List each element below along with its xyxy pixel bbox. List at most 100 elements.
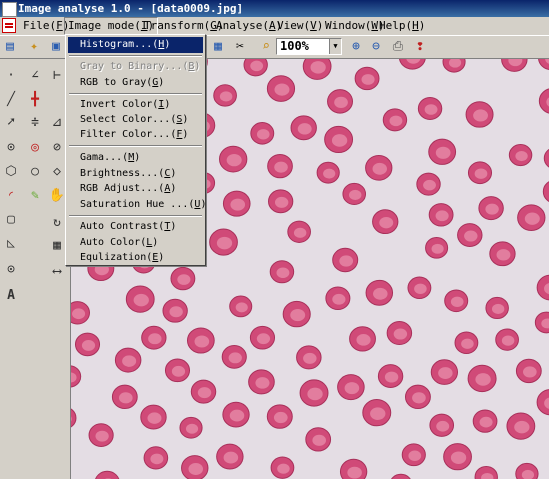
- blood-cell: [222, 401, 250, 428]
- blood-cell: [508, 143, 533, 167]
- zoom-out-icon[interactable]: ⊖: [368, 39, 384, 55]
- blood-cell: [467, 364, 497, 393]
- rectangle-tool-icon[interactable]: ▢: [2, 211, 20, 229]
- menu-item-rgb-to-gray[interactable]: RGB to Gray(G): [68, 75, 203, 91]
- blood-cell: [457, 223, 483, 248]
- menu-item-histogram[interactable]: Histogram...(H): [68, 37, 203, 53]
- menu-item-brightness[interactable]: Brightness...(C): [68, 166, 203, 182]
- blood-cell: [342, 182, 367, 206]
- blood-cell: [489, 241, 516, 267]
- menu-item-gama[interactable]: Gama...(M): [68, 150, 203, 166]
- blood-cell: [248, 369, 275, 395]
- blood-cell: [74, 332, 101, 357]
- save-icon[interactable]: ▣: [48, 39, 64, 55]
- angle-measure-icon[interactable]: ⊿: [48, 114, 66, 132]
- blood-cell: [249, 325, 276, 350]
- menu-separator: [69, 145, 202, 147]
- blood-cell: [213, 84, 237, 107]
- pencil-tool-icon[interactable]: ✎: [26, 187, 44, 205]
- rotate-tool-icon[interactable]: ↻: [48, 214, 66, 232]
- blood-cell: [417, 96, 443, 120]
- angle-tool-icon[interactable]: ∠: [26, 67, 44, 85]
- blood-cell: [428, 138, 457, 165]
- print-icon[interactable]: ⎙: [390, 39, 406, 55]
- blood-cell: [454, 331, 479, 354]
- marker-tool-icon[interactable]: ╋: [26, 91, 44, 109]
- menu-item-select-color[interactable]: Select Color...(S): [68, 112, 203, 128]
- grid-tool-icon[interactable]: ▦: [48, 237, 66, 255]
- curve-tool-icon[interactable]: ◜: [2, 187, 20, 205]
- hexagon-tool-icon[interactable]: ⬡: [2, 163, 20, 181]
- blood-cell: [229, 295, 253, 318]
- triangle-tool-icon[interactable]: ◺: [2, 235, 20, 253]
- chevron-down-icon[interactable]: ▼: [329, 39, 341, 54]
- blood-cell: [365, 279, 394, 306]
- blood-cell: [71, 408, 77, 428]
- menu-item-rgb-adjust[interactable]: RGB Adjust...(A): [68, 181, 203, 197]
- circle-fit-icon[interactable]: ○: [26, 163, 44, 181]
- scale-tool-icon[interactable]: ⟷: [48, 263, 66, 281]
- blood-cell: [428, 203, 454, 227]
- polygon-measure-icon[interactable]: ◇: [48, 163, 66, 181]
- zoom-in-icon[interactable]: ⊕: [348, 39, 364, 55]
- blood-cell: [270, 456, 295, 479]
- blood-cell: [71, 365, 82, 388]
- blood-cell: [478, 196, 504, 221]
- menu-help[interactable]: Help(H): [376, 18, 428, 34]
- blood-cell: [299, 379, 329, 407]
- menu-item-equlization[interactable]: Equlization(E): [68, 250, 203, 266]
- blood-cell: [536, 274, 549, 301]
- blood-cell: [111, 384, 138, 410]
- scissors-icon[interactable]: ✂: [232, 39, 248, 55]
- blood-cell: [164, 358, 191, 383]
- zoom-icon[interactable]: ⌕: [258, 39, 274, 55]
- window-title: Image analyse 1.0 - [data0009.jpg]: [18, 2, 244, 15]
- level-tool-icon[interactable]: ≑: [26, 114, 44, 132]
- blood-cell: [377, 364, 404, 389]
- blood-cell: [219, 145, 248, 173]
- new-icon[interactable]: ▤: [2, 39, 18, 55]
- line-tool-icon[interactable]: ╱: [2, 91, 20, 109]
- blood-cell: [186, 327, 215, 354]
- image-mode-dropdown: Histogram...(H) Gray to Binary...(B) RGB…: [65, 34, 206, 266]
- document-icon[interactable]: [2, 18, 16, 33]
- blood-cell: [534, 311, 549, 334]
- blood-cell: [416, 172, 441, 196]
- measure-tool-icon[interactable]: ⊢: [48, 67, 66, 85]
- blood-cell: [386, 321, 413, 346]
- menu-item-saturation-hue[interactable]: Saturation Hue ...(U): [68, 197, 206, 213]
- blood-cell: [216, 443, 244, 470]
- menu-item-auto-color[interactable]: Auto Color(L): [68, 235, 203, 251]
- blood-cell: [337, 374, 365, 401]
- blood-cell: [485, 296, 509, 320]
- zoom-value: 100%: [280, 39, 309, 53]
- zoom-select[interactable]: 100% ▼: [276, 38, 342, 55]
- ellipse-measure-icon[interactable]: ⊘: [48, 139, 66, 157]
- blood-cell: [365, 154, 393, 181]
- menu-view[interactable]: View(V): [274, 18, 326, 34]
- blood-cell: [501, 59, 528, 72]
- blood-cell: [407, 276, 432, 300]
- arrow-tool-icon[interactable]: ➚: [2, 114, 20, 132]
- blood-cell: [302, 59, 332, 80]
- blood-cell: [125, 285, 155, 313]
- blood-cell: [267, 154, 293, 179]
- open-icon[interactable]: ✦: [26, 39, 42, 55]
- hand-tool-icon[interactable]: ✋: [48, 187, 66, 205]
- blood-cell: [316, 161, 340, 184]
- blood-cell: [170, 266, 196, 291]
- ellipse-tool-icon[interactable]: ⊙: [2, 261, 20, 279]
- blood-cell: [517, 204, 546, 232]
- point-tool-icon[interactable]: ·: [2, 67, 20, 85]
- circle-center-icon[interactable]: ◎: [26, 139, 44, 157]
- menu-item-auto-contrast[interactable]: Auto Contrast(T): [68, 219, 203, 235]
- circle-tool-icon[interactable]: ⊙: [2, 139, 20, 157]
- menu-separator: [69, 55, 202, 57]
- help-icon[interactable]: ❢: [412, 39, 428, 55]
- grid-icon[interactable]: ▦: [210, 39, 226, 55]
- blood-cell: [268, 189, 294, 214]
- menu-item-invert-color[interactable]: Invert Color(I): [68, 97, 203, 113]
- blood-cell: [444, 289, 469, 313]
- text-tool-icon[interactable]: A: [2, 287, 20, 305]
- menu-item-filter-color[interactable]: Filter Color...(F): [68, 127, 203, 143]
